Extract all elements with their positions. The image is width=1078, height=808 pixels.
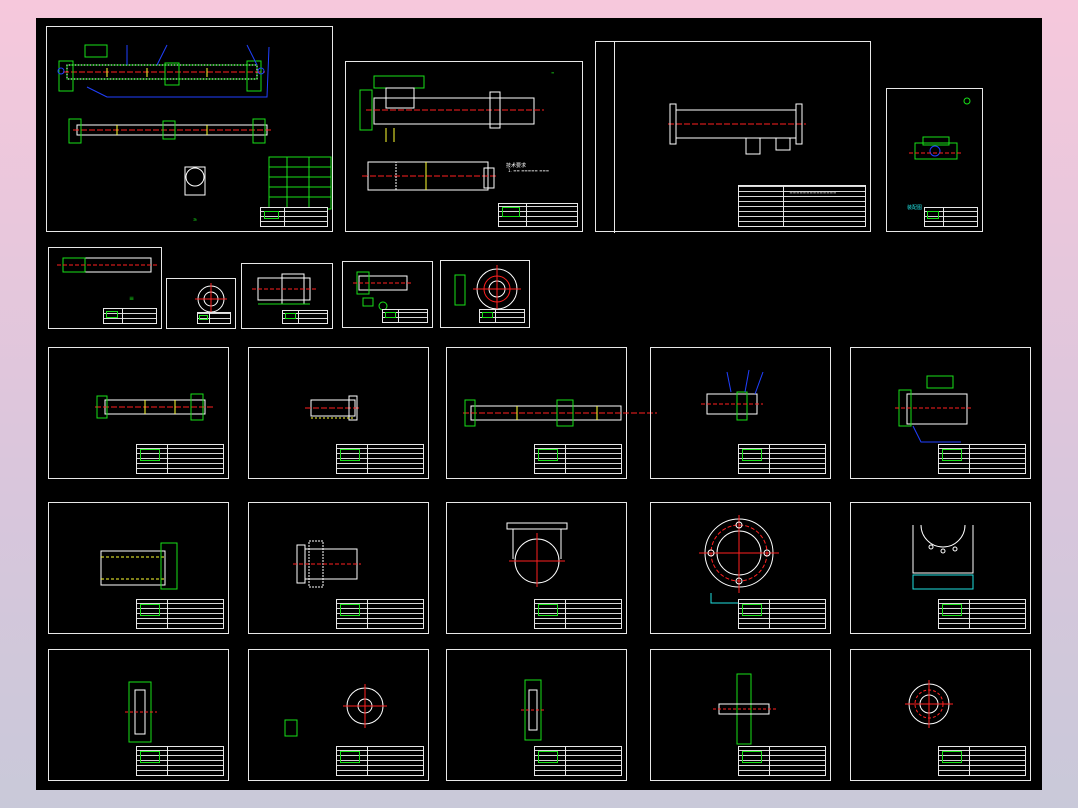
drawing-sheet-row5-2[interactable] (248, 649, 429, 781)
drawing-sheet-assembly-main[interactable]: ≥ (46, 26, 333, 232)
drawing-sheet-row5-5[interactable] (850, 649, 1031, 781)
drawing-sheet-flange-2[interactable] (440, 260, 530, 328)
title-block (103, 308, 157, 324)
drawing-sheet-row4-1[interactable] (48, 502, 229, 634)
title-block (738, 599, 826, 629)
title-block (136, 746, 224, 776)
drawing-sheet-tee-assembly[interactable]: 1. ≡≡ ≡≡≡≡≡ ≡≡≡ ≡ 技术要求 (345, 61, 583, 232)
drawing-sheet-row5-3[interactable] (446, 649, 627, 781)
title-block (534, 746, 622, 776)
assembly-drawing: ≥ (57, 44, 332, 223)
drawing-sheet-component[interactable]: 装配图 (886, 88, 983, 232)
title-block (938, 746, 1026, 776)
title-block: ≡≡≡≡≡≡≡≡≡≡≡≡≡≡ (738, 185, 866, 227)
drawing-sheet-part-2[interactable] (241, 263, 333, 329)
title-block (136, 599, 224, 629)
title-block (938, 444, 1026, 474)
drawing-sheet-row3-3[interactable] (446, 347, 657, 479)
drawing-sheet-pipe[interactable]: ≡≡≡≡≡≡≡≡≡≡≡≡≡≡ (595, 41, 871, 233)
drawing-sheet-row3-4[interactable] (650, 347, 831, 479)
svg-text:≡: ≡ (129, 295, 134, 302)
title-block (336, 599, 424, 629)
drawing-sheet-part-3[interactable] (342, 261, 433, 328)
technical-requirements-label: 技术要求 (506, 163, 527, 169)
title-block (534, 599, 622, 629)
title-block (336, 444, 424, 474)
title-block (282, 310, 328, 324)
drawing-sheet-row5-1[interactable] (48, 649, 229, 781)
drawing-sheet-flange-1[interactable] (166, 278, 236, 329)
title-block (738, 444, 826, 474)
title-block (938, 599, 1026, 629)
title-block (382, 309, 428, 323)
title-block (136, 444, 224, 474)
svg-text:≡: ≡ (551, 70, 554, 75)
drawing-sheet-row3-2[interactable] (248, 347, 429, 479)
drawing-sheet-row5-4[interactable] (650, 649, 831, 781)
drawing-sheet-row4-3[interactable] (446, 502, 627, 634)
drawing-sheet-row3-1[interactable] (48, 347, 229, 479)
title-block (479, 309, 525, 323)
drawing-sheet-row4-4[interactable] (650, 502, 831, 634)
drawing-sheet-row4-2[interactable] (248, 502, 429, 634)
title-block (738, 746, 826, 776)
title-block (498, 203, 578, 227)
drawing-sheet-row3-5[interactable] (850, 347, 1031, 479)
title-block (260, 207, 328, 227)
title-block (534, 444, 622, 474)
title-block (336, 746, 424, 776)
drawing-sheet-part-1[interactable]: ≡ (48, 247, 162, 329)
title-block (197, 312, 231, 324)
sheet-caption: 装配图 (907, 205, 923, 211)
svg-text:≥: ≥ (193, 217, 197, 223)
title-block (924, 207, 978, 227)
cad-drawing-canvas[interactable]: ≥ 1. ≡≡ ≡≡≡≡≡ ≡≡≡ ≡ 技术要求 ≡≡≡≡≡≡≡≡≡≡≡≡≡≡ … (36, 18, 1042, 790)
drawing-sheet-row4-5[interactable] (850, 502, 1031, 634)
